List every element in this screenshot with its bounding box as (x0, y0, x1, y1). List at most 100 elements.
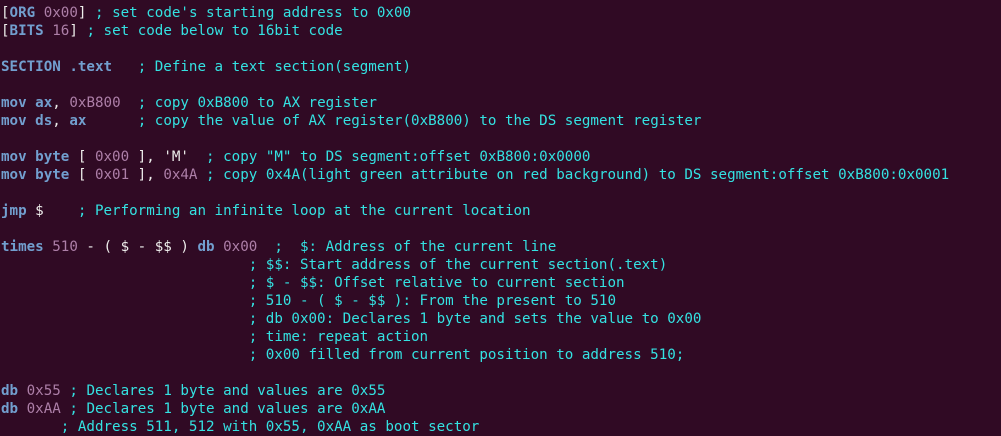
plain-token: ], (129, 167, 164, 183)
comment-token: ; Address 511, 512 with 0x55, 0xAA as bo… (60, 419, 480, 435)
code-line: ; db 0x00: Declares 1 byte and sets the … (1, 310, 1001, 328)
plain-token: ] (77, 5, 95, 21)
comment-token: ; db 0x00: Declares 1 byte and sets the … (248, 311, 702, 327)
code-line: mov ds, ax ; copy the value of AX regist… (1, 112, 1001, 130)
comment-token: ; $ - $$: Offset relative to current sec… (248, 275, 625, 291)
comment-token: ; set code below to 16bit code (86, 23, 343, 39)
code-line: ; $ - $$: Offset relative to current sec… (1, 274, 1001, 292)
keyword-token: mov (1, 95, 27, 111)
string-token: 'M' (163, 149, 189, 165)
keyword-token: ORG (9, 5, 36, 21)
keyword-token: mov (1, 113, 27, 129)
comment-token: ; set code's starting address to 0x00 (94, 5, 412, 21)
code-line: times 510 - ( $ - $$ ) db 0x00 ; $: Addr… (1, 238, 1001, 256)
comment-token: ; copy the value of AX register(0xB800) … (137, 113, 702, 129)
comment-token: ; time: repeat action (248, 329, 429, 345)
plain-token: [ (69, 149, 95, 165)
keyword-token: BITS (9, 23, 44, 39)
code-line: [ORG 0x00] ; set code's starting address… (1, 4, 1001, 22)
number-token: 0x00 (43, 5, 78, 21)
code-line: db 0x55 ; Declares 1 byte and values are… (1, 382, 1001, 400)
keyword-token: db (197, 239, 215, 255)
keyword-token: ds (35, 113, 53, 129)
plain-token: , (52, 95, 70, 111)
number-token: 0x01 (94, 167, 130, 183)
comment-token: ; 510 - ( $ - $$ ): From the present to … (248, 293, 617, 309)
plain-token: ] (69, 23, 87, 39)
plain-token: [ (1, 23, 10, 39)
keyword-token: mov (1, 167, 27, 183)
keyword-token: ax (35, 95, 53, 111)
comment-token: ; 0x00 filled from current position to a… (248, 347, 685, 363)
code-editor[interactable]: [ORG 0x00] ; set code's starting address… (0, 0, 1001, 436)
comment-token: ; $: Address of the current line (274, 239, 557, 255)
keyword-token: jmp (1, 203, 27, 219)
keyword-token: times (1, 239, 44, 255)
comment-token: ; Declares 1 byte and values are 0xAA (69, 401, 386, 417)
code-line: ; $$: Start address of the current secti… (1, 256, 1001, 274)
keyword-token: mov (1, 149, 27, 165)
number-token: 0x55 (26, 383, 61, 399)
code-line: db 0xAA ; Declares 1 byte and values are… (1, 400, 1001, 418)
number-token: 16 (52, 23, 70, 39)
plain-token: ], (129, 149, 164, 165)
keyword-token: byte (35, 167, 70, 183)
keyword-token: SECTION (1, 59, 61, 75)
code-line: SECTION .text ; Define a text section(se… (1, 58, 1001, 76)
comment-token: ; copy "M" to DS segment:offset 0xB800:0… (206, 149, 591, 165)
plain-token: - ( $ - $$ ) (77, 239, 198, 255)
number-token: 0x00 (223, 239, 258, 255)
comment-token: ; copy 0xB800 to AX register (137, 95, 377, 111)
number-token: 0xAA (26, 401, 61, 417)
plain-token: $ (26, 203, 78, 219)
plain-token: , (52, 113, 70, 129)
plain-token: [ (1, 5, 10, 21)
comment-token: ; Performing an infinite loop at the cur… (77, 203, 531, 219)
plain-token: [ (69, 167, 95, 183)
keyword-token: ax (69, 113, 87, 129)
code-line: ; time: repeat action (1, 328, 1001, 346)
number-token: 0x00 (94, 149, 130, 165)
keyword-token: .text (69, 59, 113, 75)
comment-token: ; Define a text section(segment) (137, 59, 412, 75)
comment-token: ; $$: Start address of the current secti… (248, 257, 668, 273)
code-line: ; Address 511, 512 with 0x55, 0xAA as bo… (1, 418, 1001, 436)
keyword-token: db (1, 401, 19, 417)
comment-token: ; copy 0x4A(light green attribute on red… (206, 167, 950, 183)
code-line: mov ax, 0xB800 ; copy 0xB800 to AX regis… (1, 94, 1001, 112)
code-line: ; 0x00 filled from current position to a… (1, 346, 1001, 364)
number-token: 510 (52, 239, 78, 255)
code-line: [BITS 16] ; set code below to 16bit code (1, 22, 1001, 40)
comment-token: ; Declares 1 byte and values are 0x55 (69, 383, 386, 399)
code-line: jmp $ ; Performing an infinite loop at t… (1, 202, 1001, 220)
number-token: 0xB800 (69, 95, 121, 111)
